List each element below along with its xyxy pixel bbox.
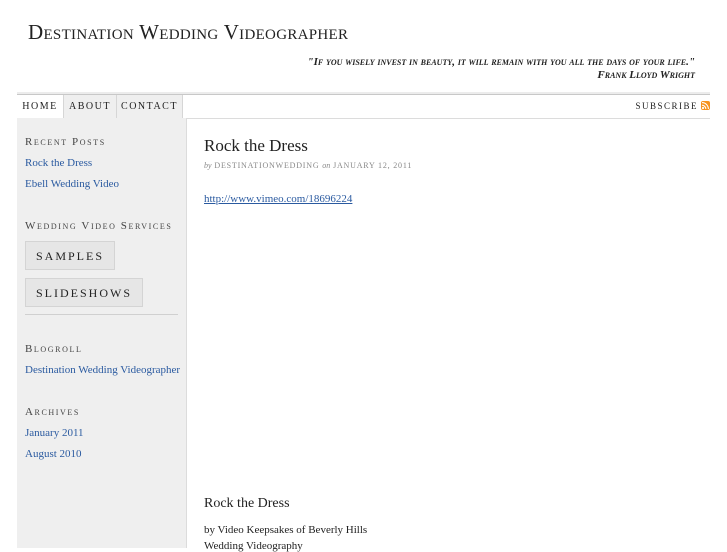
rss-icon bbox=[701, 101, 710, 110]
samples-button[interactable]: Samples bbox=[25, 241, 116, 270]
main-nav: Home About Contact Subscribe bbox=[17, 94, 710, 119]
recent-post-link[interactable]: Rock the Dress bbox=[25, 157, 92, 169]
site-title[interactable]: Destination Wedding Videographer bbox=[28, 20, 348, 45]
archive-link[interactable]: August 2010 bbox=[25, 448, 82, 460]
archive-link[interactable]: January 2011 bbox=[25, 427, 84, 439]
services-heading: Wedding Video Services bbox=[25, 220, 173, 232]
subscribe-label: Subscribe bbox=[635, 101, 698, 111]
subscribe-link[interactable]: Subscribe bbox=[635, 95, 710, 118]
blogroll-link[interactable]: Destination Wedding Videographer bbox=[25, 364, 180, 376]
video-embed-area[interactable] bbox=[204, 212, 704, 482]
post-meta-by: by bbox=[204, 161, 212, 170]
quote-text: "If you wisely invest in beauty, it will… bbox=[307, 56, 695, 68]
post-author[interactable]: destinationwedding bbox=[214, 161, 319, 170]
post-byline-2: Wedding Videography bbox=[204, 540, 303, 552]
post-video-link[interactable]: http://www.vimeo.com/18696224 bbox=[204, 193, 352, 205]
quote-author: Frank Lloyd Wright bbox=[597, 69, 695, 81]
post-byline: by Video Keepsakes of Beverly Hills bbox=[204, 524, 368, 536]
header-quote: "If you wisely invest in beauty, it will… bbox=[195, 56, 695, 82]
sidebar-divider bbox=[25, 314, 178, 315]
post-subtitle: Rock the Dress bbox=[204, 496, 290, 511]
nav-tab-contact[interactable]: Contact bbox=[117, 95, 183, 118]
sidebar: Recent Posts Rock the Dress Ebell Weddin… bbox=[17, 118, 187, 548]
blogroll-heading: Blogroll bbox=[25, 343, 83, 355]
post-date: January 12, 2011 bbox=[333, 161, 413, 170]
slideshows-button[interactable]: Slideshows bbox=[25, 278, 144, 307]
archives-heading: Archives bbox=[25, 406, 80, 418]
recent-post-link[interactable]: Ebell Wedding Video bbox=[25, 178, 119, 190]
recent-posts-heading: Recent Posts bbox=[25, 136, 106, 148]
nav-tab-about[interactable]: About bbox=[64, 95, 117, 118]
post-meta-on: on bbox=[322, 161, 331, 170]
nav-tab-home[interactable]: Home bbox=[17, 95, 64, 118]
post-title[interactable]: Rock the Dress bbox=[204, 136, 308, 156]
post-meta: by destinationwedding on January 12, 201… bbox=[204, 161, 412, 170]
